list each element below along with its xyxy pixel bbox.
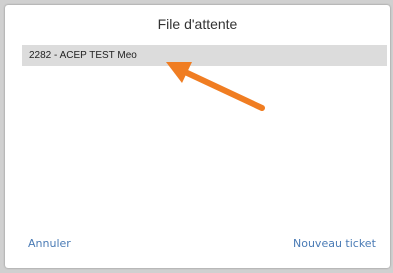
queue-list: 2282 - ACEP TEST Meo bbox=[22, 45, 387, 205]
list-item-queue-2282[interactable]: 2282 - ACEP TEST Meo bbox=[22, 45, 387, 66]
queue-dialog: File d'attente 2282 - ACEP TEST Meo Annu… bbox=[5, 5, 390, 268]
cancel-button[interactable]: Annuler bbox=[28, 237, 71, 250]
new-ticket-button[interactable]: Nouveau ticket bbox=[293, 237, 376, 250]
dialog-title: File d'attente bbox=[157, 16, 238, 32]
